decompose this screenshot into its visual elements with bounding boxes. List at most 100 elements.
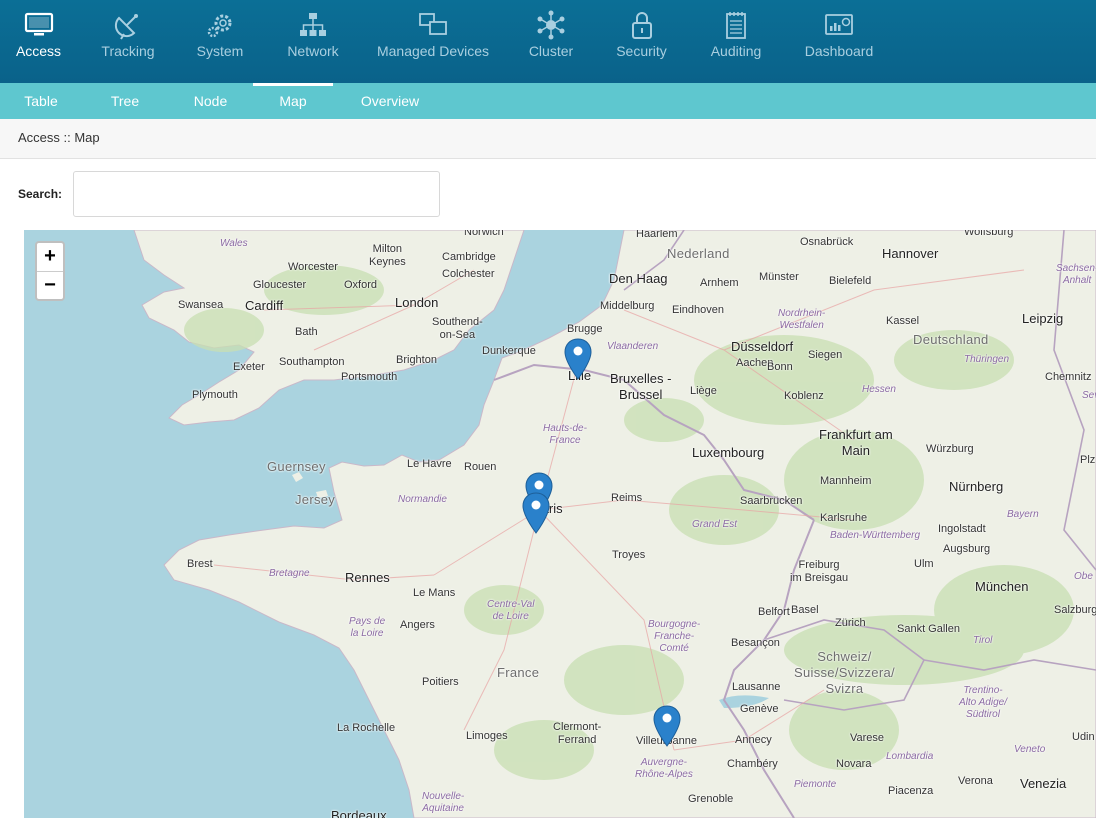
map-marker-icon[interactable] bbox=[653, 705, 681, 747]
label-trentino: Trentino- Alto Adige/ Südtirol bbox=[959, 685, 1007, 721]
tab-node[interactable]: Node bbox=[168, 83, 253, 119]
nav-cluster[interactable]: Cluster bbox=[501, 0, 601, 83]
label-plz: Plz bbox=[1080, 454, 1096, 466]
label-centre-val-de-loire: Centre-Val de Loire bbox=[487, 599, 534, 623]
label-cardiff: Cardiff bbox=[245, 298, 284, 313]
nav-managed-devices-label: Managed Devices bbox=[376, 43, 490, 59]
nav-cluster-label: Cluster bbox=[528, 43, 574, 59]
label-bretagne: Bretagne bbox=[269, 568, 310, 579]
label-milton-keynes-text: Milton Keynes bbox=[369, 243, 406, 268]
label-haarlem: Haarlem bbox=[636, 230, 678, 240]
label-basel: Basel bbox=[791, 604, 819, 616]
breadcrumb: Access :: Map bbox=[0, 119, 1096, 159]
label-chemnitz: Chemnitz bbox=[1045, 371, 1092, 383]
label-gloucester: Gloucester bbox=[253, 279, 307, 291]
label-nordrhein-westfalen: Nordrhein- Westfalen bbox=[778, 308, 825, 332]
label-munster: Münster bbox=[759, 271, 799, 283]
label-frankfurt-text: Frankfurt am Main bbox=[819, 427, 893, 458]
map-marker-icon[interactable] bbox=[564, 338, 592, 380]
label-normandie: Normandie bbox=[398, 494, 447, 505]
map-marker-icon[interactable] bbox=[522, 492, 550, 534]
label-piemonte: Piemonte bbox=[794, 779, 837, 790]
label-southampton: Southampton bbox=[279, 356, 345, 368]
label-brugge: Brugge bbox=[567, 323, 603, 335]
nav-dashboard[interactable]: Dashboard bbox=[790, 0, 888, 83]
label-bourgogne-franche-comte: Bourgogne- Franche- Comté bbox=[648, 619, 700, 655]
label-zurich: Zürich bbox=[835, 617, 866, 629]
label-annecy: Annecy bbox=[735, 734, 772, 746]
gears-icon bbox=[207, 14, 232, 38]
zoom-in-button[interactable]: + bbox=[37, 243, 63, 271]
label-augsburg: Augsburg bbox=[943, 543, 991, 555]
label-reims: Reims bbox=[611, 492, 643, 504]
label-hauts-de-france: Hauts-de- France bbox=[543, 423, 587, 447]
label-sev: Sev bbox=[1082, 390, 1096, 401]
label-le-havre: Le Havre bbox=[407, 458, 452, 470]
label-london: London bbox=[395, 295, 439, 310]
nav-network[interactable]: Network bbox=[261, 0, 365, 83]
monitor-icon bbox=[24, 12, 53, 36]
label-grenoble: Grenoble bbox=[688, 793, 734, 805]
label-limoges: Limoges bbox=[466, 730, 508, 742]
label-nederland: Nederland bbox=[667, 246, 730, 261]
nav-tracking-label: Tracking bbox=[101, 43, 155, 59]
label-wolfsburg: Wolfsburg bbox=[964, 230, 1014, 238]
label-portsmouth: Portsmouth bbox=[341, 371, 398, 383]
nav-security[interactable]: Security bbox=[601, 0, 682, 83]
label-udine: Udin bbox=[1072, 731, 1095, 743]
label-osnabruck: Osnabrück bbox=[800, 236, 854, 248]
label-hauts-de-france-text: Hauts-de- France bbox=[543, 423, 587, 446]
label-tirol: Tirol bbox=[973, 635, 993, 646]
label-lausanne: Lausanne bbox=[732, 681, 781, 693]
nav-tracking[interactable]: Tracking bbox=[77, 0, 179, 83]
label-den-haag: Den Haag bbox=[609, 271, 668, 286]
tab-map[interactable]: Map bbox=[253, 83, 333, 119]
label-france: France bbox=[497, 665, 540, 680]
tab-tree[interactable]: Tree bbox=[82, 83, 168, 119]
search-row: Search: bbox=[18, 171, 440, 217]
label-jersey: Jersey bbox=[295, 492, 336, 507]
label-hannover: Hannover bbox=[882, 246, 939, 261]
label-nouvelle-aquitaine: Nouvelle- Aquitaine bbox=[422, 791, 464, 815]
label-cambridge: Cambridge bbox=[442, 251, 496, 263]
search-input[interactable] bbox=[73, 171, 440, 217]
label-schweiz-text: Schweiz/ Suisse/Svizzera/ Svizra bbox=[794, 649, 895, 696]
label-ingolstadt: Ingolstadt bbox=[938, 523, 986, 535]
network-tree-icon bbox=[300, 13, 326, 36]
label-clermont-ferrand: Clermont- Ferrand bbox=[553, 721, 601, 747]
label-bath: Bath bbox=[295, 326, 318, 338]
nav-auditing[interactable]: Auditing bbox=[682, 0, 790, 83]
label-nordrhein-westfalen-text: Nordrhein- Westfalen bbox=[778, 308, 826, 331]
label-chambery: Chambéry bbox=[727, 758, 778, 770]
label-dusseldorf: Düsseldorf bbox=[731, 339, 794, 354]
label-frankfurt: Frankfurt am Main bbox=[819, 427, 893, 459]
label-milton-keynes: Milton Keynes bbox=[369, 243, 406, 269]
nav-network-label: Network bbox=[287, 43, 339, 59]
nav-access[interactable]: Access bbox=[0, 0, 77, 83]
label-la-rochelle: La Rochelle bbox=[337, 722, 396, 734]
label-dunkerque: Dunkerque bbox=[482, 345, 536, 357]
label-besancon: Besançon bbox=[731, 637, 780, 649]
label-liege: Liège bbox=[690, 385, 717, 397]
nav-system-label: System bbox=[196, 43, 244, 59]
label-wales: Wales bbox=[220, 238, 248, 249]
label-trentino-text: Trentino- Alto Adige/ Südtirol bbox=[959, 685, 1007, 720]
label-brighton: Brighton bbox=[396, 354, 437, 366]
nav-system[interactable]: System bbox=[179, 0, 261, 83]
nav-managed-devices[interactable]: Managed Devices bbox=[365, 0, 501, 83]
label-geneve: Genève bbox=[740, 703, 779, 715]
map-view[interactable]: Norwich Haarlem Osnabrück Wolfsburg Wale… bbox=[24, 230, 1096, 818]
zoom-out-button[interactable]: − bbox=[37, 271, 63, 299]
label-angers: Angers bbox=[400, 619, 435, 631]
label-oxford: Oxford bbox=[344, 279, 378, 291]
label-ulm: Ulm bbox=[914, 558, 934, 570]
label-auvergne-rhone-alpes: Auvergne- Rhône-Alpes bbox=[635, 757, 693, 781]
search-label: Search: bbox=[18, 187, 63, 201]
label-munchen: München bbox=[975, 579, 1029, 594]
label-bruxelles-text: Bruxelles - Brussel bbox=[610, 371, 672, 402]
label-varese: Varese bbox=[850, 732, 885, 744]
label-eindhoven: Eindhoven bbox=[672, 304, 724, 316]
tab-table[interactable]: Table bbox=[0, 83, 82, 119]
label-kassel: Kassel bbox=[886, 315, 920, 327]
tab-overview[interactable]: Overview bbox=[333, 83, 447, 119]
